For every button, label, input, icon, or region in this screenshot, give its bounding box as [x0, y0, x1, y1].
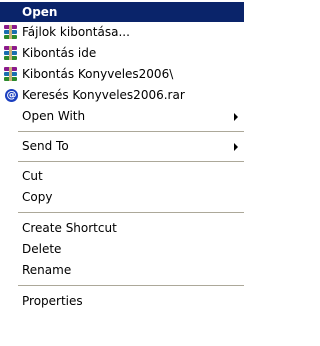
menu-item-label: Fájlok kibontása... [22, 25, 130, 39]
search-app-glyph: @ [5, 89, 18, 102]
menu-item-send-to[interactable]: Send To [0, 136, 244, 156]
menu-item-label: Kibontás ide [22, 46, 97, 60]
menu-item-rename[interactable]: Rename [0, 260, 244, 280]
menu-item-cut[interactable]: Cut [0, 166, 244, 186]
menu-item-label: Properties [22, 294, 83, 308]
menu-separator [18, 131, 244, 132]
menu-item-search-archive[interactable]: @ Keresés Konyveles2006.rar [0, 85, 244, 105]
menu-item-properties[interactable]: Properties [0, 291, 244, 311]
menu-item-extract-files[interactable]: Fájlok kibontása... [0, 22, 244, 42]
menu-separator [18, 161, 244, 162]
submenu-arrow-icon [234, 143, 238, 151]
menu-item-label: Open With [22, 109, 86, 123]
search-app-icon: @ [3, 88, 19, 103]
menu-item-label: Delete [22, 242, 62, 256]
menu-separator [18, 285, 244, 286]
menu-item-label: Rename [22, 263, 72, 277]
menu-item-extract-here[interactable]: Kibontás ide [0, 43, 244, 63]
submenu-arrow-icon [234, 113, 238, 121]
menu-item-label: Open [22, 5, 58, 19]
menu-separator [18, 212, 244, 213]
menu-item-extract-to-folder[interactable]: Kibontás Konyveles2006\ [0, 64, 244, 84]
menu-item-label: Kibontás Konyveles2006\ [22, 67, 174, 81]
winrar-archive-icon [3, 67, 19, 82]
menu-item-label: Send To [22, 139, 69, 153]
menu-item-label: Create Shortcut [22, 221, 117, 235]
menu-item-open[interactable]: Open [0, 2, 244, 22]
menu-item-label: Cut [22, 169, 43, 183]
menu-item-open-with[interactable]: Open With [0, 106, 244, 126]
winrar-archive-icon [3, 46, 19, 61]
menu-item-delete[interactable]: Delete [0, 239, 244, 259]
context-menu: Open Fájlok kibontása... Kibontás ide Ki… [0, 0, 244, 346]
menu-item-create-shortcut[interactable]: Create Shortcut [0, 218, 244, 238]
menu-item-copy[interactable]: Copy [0, 187, 244, 207]
menu-item-label: Copy [22, 190, 53, 204]
winrar-archive-icon [3, 25, 19, 40]
menu-item-label: Keresés Konyveles2006.rar [22, 88, 185, 102]
